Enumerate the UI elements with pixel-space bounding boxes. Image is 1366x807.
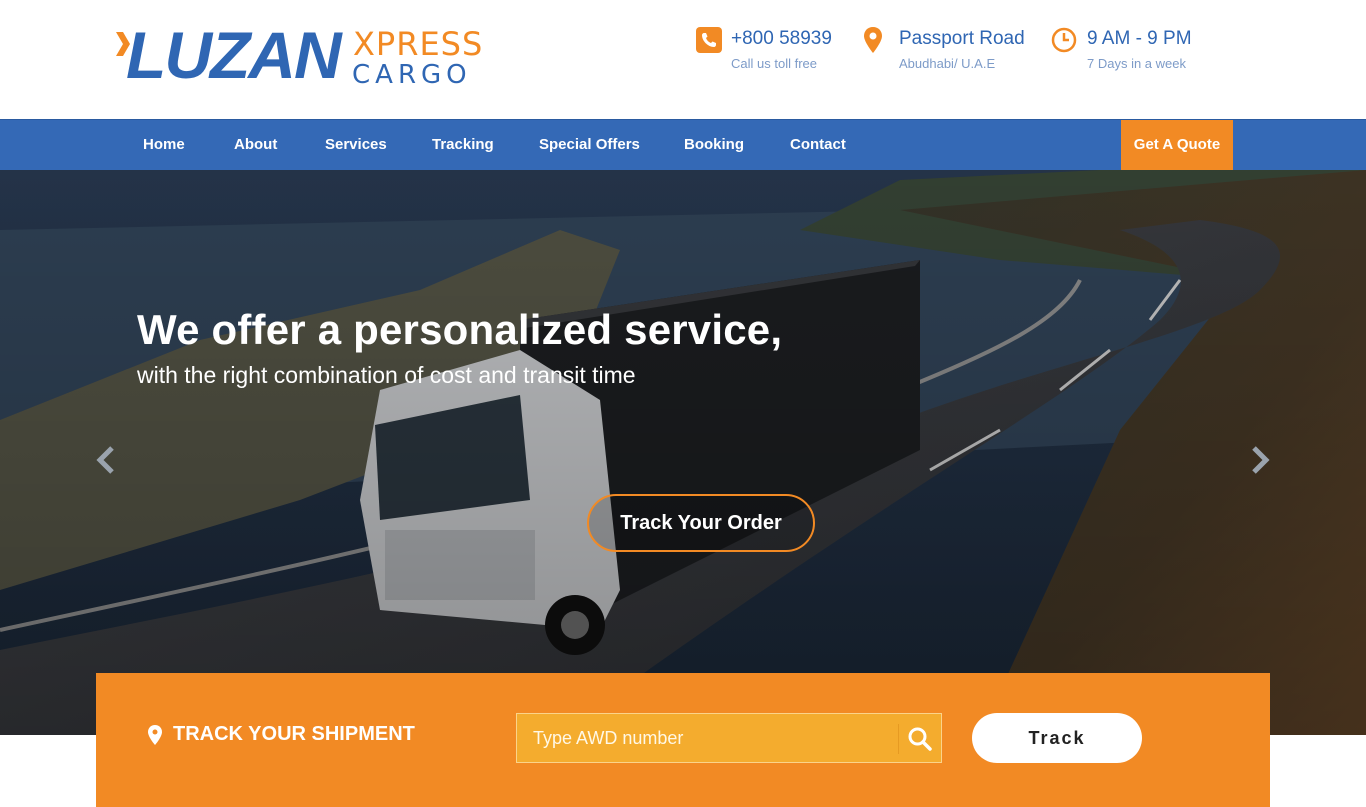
- slider-next-arrow-icon[interactable]: [1248, 442, 1272, 478]
- track-button[interactable]: Track: [972, 713, 1142, 763]
- nav-item-booking[interactable]: Booking: [684, 120, 744, 170]
- nav-item-services[interactable]: Services: [325, 120, 387, 170]
- track-your-order-button[interactable]: Track Your Order: [587, 494, 815, 552]
- get-quote-button[interactable]: Get A Quote: [1121, 120, 1233, 170]
- map-pin-icon: [864, 27, 882, 53]
- nav-item-tracking[interactable]: Tracking: [432, 120, 494, 170]
- location-pin-icon: [148, 725, 162, 745]
- address-caption: Abudhabi/ U.A.E: [899, 56, 996, 71]
- hero-subtitle: with the right combination of cost and t…: [137, 362, 636, 388]
- phone-info: +800 58939 Call us toll free: [696, 26, 846, 76]
- hero-slider: We offer a personalized service, with th…: [0, 170, 1366, 735]
- hero-background-image: [0, 170, 1366, 735]
- clock-icon: [1051, 27, 1077, 53]
- address-title: Passport Road: [899, 28, 1025, 49]
- nav-item-special-offers[interactable]: Special Offers: [539, 120, 640, 170]
- address-info: Passport Road Abudhabi/ U.A.E: [863, 26, 1033, 76]
- logo[interactable]: LUZAN XPRESS CARGO: [116, 22, 482, 92]
- hero-title: We offer a personalized service,: [137, 306, 783, 353]
- slider-prev-arrow-icon[interactable]: [94, 442, 118, 478]
- track-shipment-panel: TRACK YOUR SHIPMENT Track: [96, 673, 1270, 807]
- search-icon[interactable]: [907, 726, 933, 752]
- awd-search-box: [516, 713, 942, 763]
- awd-number-input[interactable]: [517, 714, 897, 762]
- nav-item-about[interactable]: About: [234, 120, 277, 170]
- site-header: LUZAN XPRESS CARGO +800 58939 Call us to…: [0, 0, 1366, 119]
- track-shipment-label: TRACK YOUR SHIPMENT: [173, 723, 415, 745]
- hours-info: 9 AM - 9 PM 7 Days in a week: [1051, 26, 1211, 76]
- hours-caption: 7 Days in a week: [1087, 56, 1186, 71]
- nav-item-home[interactable]: Home: [143, 120, 185, 170]
- hours-title: 9 AM - 9 PM: [1087, 28, 1192, 49]
- logo-cargo: CARGO: [352, 60, 472, 90]
- logo-wordmark: LUZAN: [126, 18, 342, 92]
- nav-item-contact[interactable]: Contact: [790, 120, 846, 170]
- phone-number[interactable]: +800 58939: [731, 28, 832, 50]
- main-nav: Home About Services Tracking Special Off…: [0, 119, 1366, 170]
- phone-icon: [696, 27, 722, 53]
- phone-caption: Call us toll free: [731, 56, 817, 71]
- logo-xpress: XPRESS: [353, 25, 484, 63]
- search-divider: [898, 724, 899, 754]
